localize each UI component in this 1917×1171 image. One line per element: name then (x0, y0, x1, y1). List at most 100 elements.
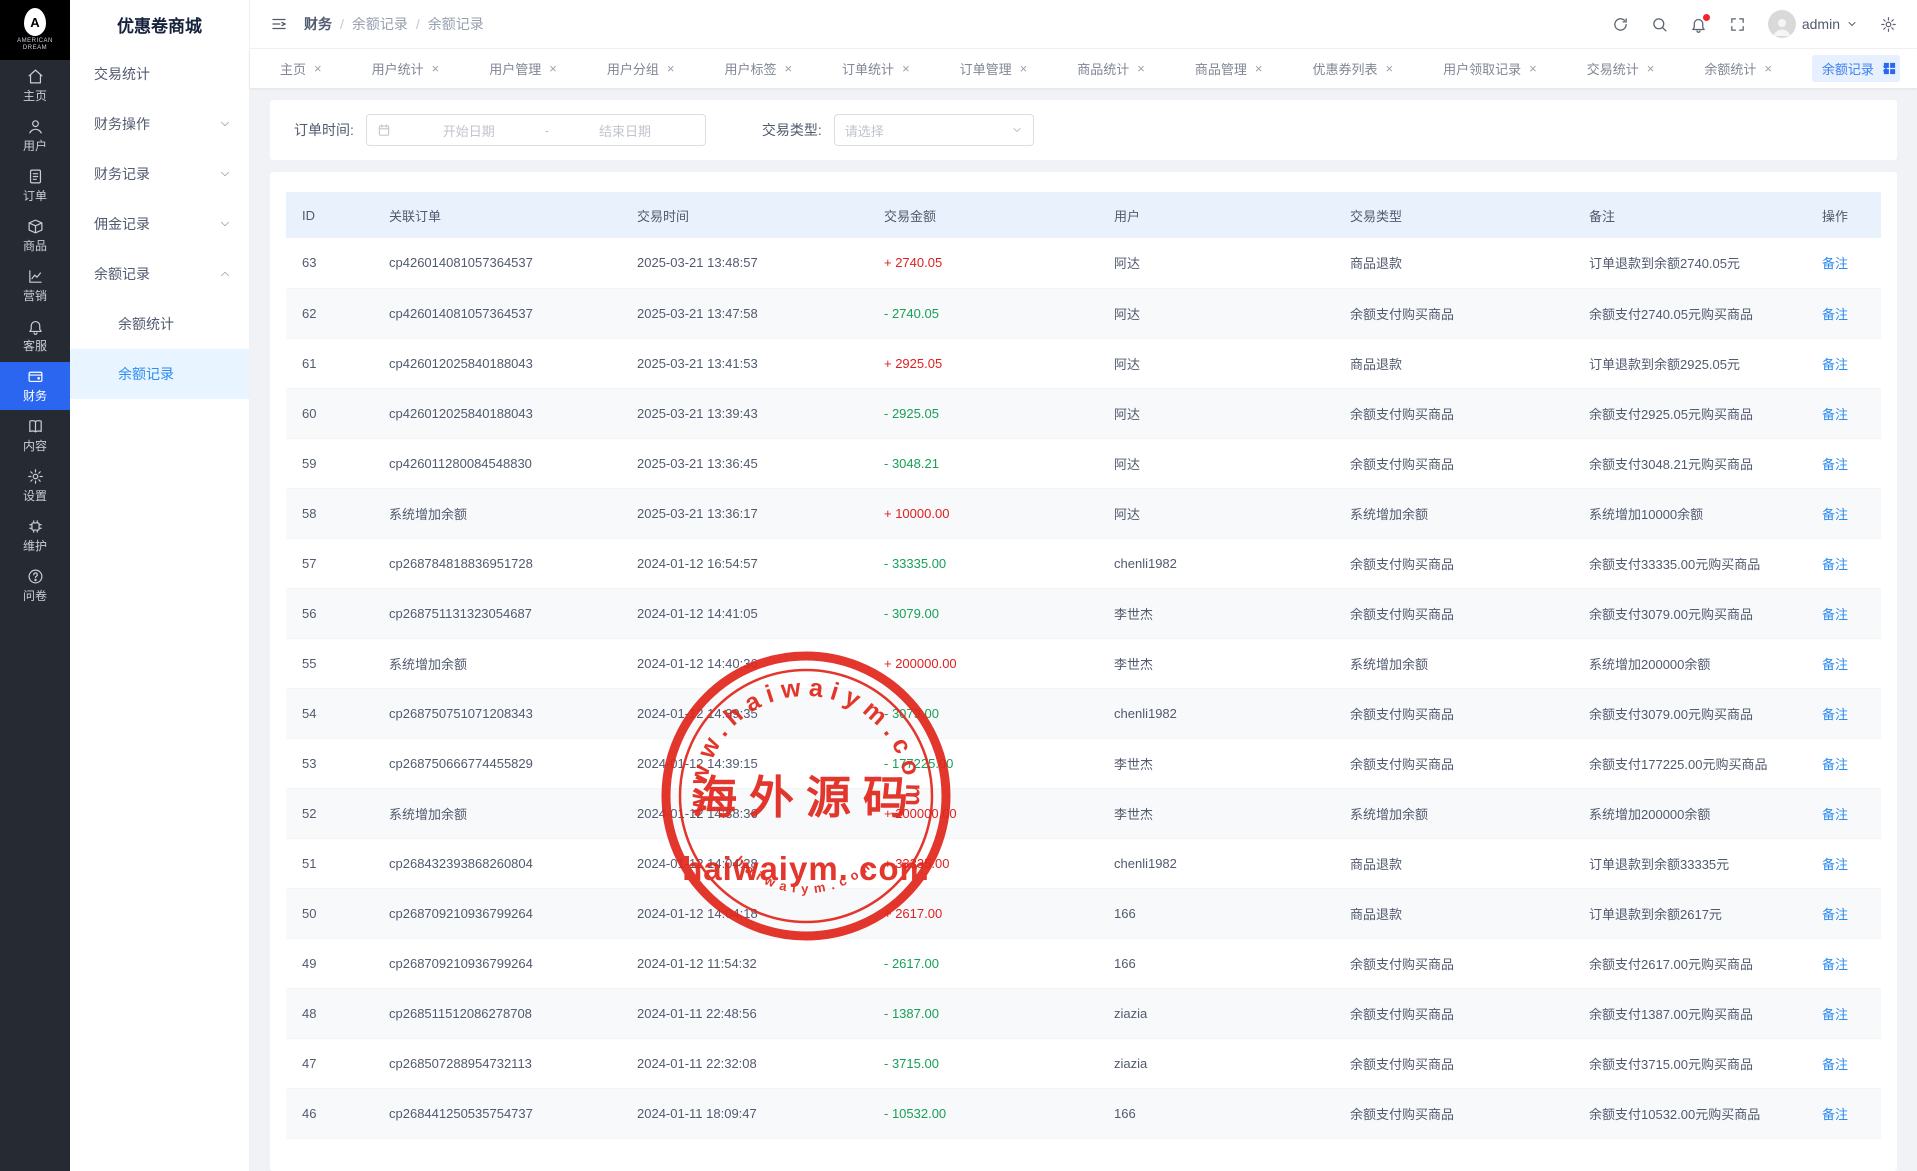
sidebar-subitem-4-0[interactable]: 余额统计 (70, 299, 249, 349)
tab-item[interactable]: 用户统计× (362, 55, 450, 82)
rail-item-marketing[interactable]: 营销 (0, 262, 70, 310)
tab-close-icon[interactable]: × (549, 62, 557, 75)
remark-action-link[interactable]: 备注 (1822, 307, 1848, 322)
tab-item[interactable]: 用户管理× (479, 55, 567, 82)
search-icon[interactable] (1651, 16, 1668, 33)
tab-item[interactable]: 主页× (270, 55, 332, 82)
tab-item[interactable]: 用户标签 × (714, 55, 802, 82)
cell-type: 余额支付购买商品 (1334, 538, 1573, 588)
remark-action-link[interactable]: 备注 (1822, 1007, 1848, 1022)
cell-remark: 订单退款到余额33335元 (1573, 838, 1806, 888)
menu-fold-icon[interactable] (270, 15, 288, 33)
remark-action-link[interactable]: 备注 (1822, 357, 1848, 372)
remark-action-link[interactable]: 备注 (1822, 757, 1848, 772)
table-row: 56cp2687511313230546872024-01-12 14:41:0… (286, 588, 1881, 638)
cell-id: 48 (286, 988, 373, 1038)
cell-id: 47 (286, 1038, 373, 1088)
tab-close-icon[interactable]: × (1255, 62, 1263, 75)
breadcrumb-item[interactable]: 余额记录 (352, 14, 408, 34)
cell-action: 备注 (1806, 788, 1881, 838)
chevron-down-icon (219, 218, 231, 230)
rail-item-label: 内容 (23, 437, 47, 454)
fullscreen-icon[interactable] (1729, 16, 1746, 33)
cell-amount: - 2617.00 (868, 938, 1098, 988)
sidebar-subitem-4-1[interactable]: 余额记录 (70, 349, 249, 399)
remark-action-link[interactable]: 备注 (1822, 807, 1848, 822)
tab-item[interactable]: 订单统计 × (832, 55, 920, 82)
tab-item[interactable]: 订单管理× (950, 55, 1038, 82)
remark-action-link[interactable]: 备注 (1822, 607, 1848, 622)
remark-action-link[interactable]: 备注 (1822, 457, 1848, 472)
table-row: 52系统增加余额2024-01-12 14:38:36+ 200000.00李世… (286, 788, 1881, 838)
remark-action-link[interactable]: 备注 (1822, 1107, 1848, 1122)
cell-type: 余额支付购买商品 (1334, 1088, 1573, 1138)
rail-item-maintenance[interactable]: 维护 (0, 512, 70, 560)
table-row: 55系统增加余额2024-01-12 14:40:36+ 200000.00李世… (286, 638, 1881, 688)
remark-action-link[interactable]: 备注 (1822, 256, 1848, 271)
user-menu[interactable]: admin (1768, 10, 1858, 38)
tab-label: 订单统计 (842, 59, 894, 78)
tab-close-icon[interactable]: × (784, 62, 792, 75)
tab-item[interactable]: 商品统计× (1067, 55, 1155, 82)
rail-item-support[interactable]: 客服 (0, 312, 70, 360)
cell-id: 57 (286, 538, 373, 588)
tab-close-icon[interactable]: × (1137, 62, 1145, 75)
chevron-down-icon (1846, 18, 1858, 30)
remark-action-link[interactable]: 备注 (1822, 707, 1848, 722)
sidebar-item-0[interactable]: 交易统计 (70, 49, 249, 99)
tab-close-icon[interactable]: × (1529, 62, 1537, 75)
rail-item-settings[interactable]: 设置 (0, 462, 70, 510)
remark-action-link[interactable]: 备注 (1822, 907, 1848, 922)
sidebar-item-3[interactable]: 佣金记录 (70, 199, 249, 249)
tab-item[interactable]: 商品管理× (1185, 55, 1273, 82)
settings-gear-icon[interactable] (1880, 16, 1897, 33)
sidebar-item-1[interactable]: 财务操作 (70, 99, 249, 149)
tab-label: 用户标签 (724, 59, 776, 78)
tab-item[interactable]: 优惠券列表 × (1302, 55, 1403, 82)
tab-close-icon[interactable]: × (1020, 62, 1028, 75)
rail-item-survey[interactable]: 问卷 (0, 562, 70, 610)
remark-action-link[interactable]: 备注 (1822, 507, 1848, 522)
cell-type: 余额支付购买商品 (1334, 688, 1573, 738)
tab-item[interactable]: 用户分组× (597, 55, 685, 82)
remark-action-link[interactable]: 备注 (1822, 557, 1848, 572)
tab-close-icon[interactable]: × (314, 62, 322, 75)
cell-remark: 余额支付2617.00元购买商品 (1573, 938, 1806, 988)
sidebar-item-4[interactable]: 余额记录 (70, 249, 249, 299)
transaction-type-select[interactable]: 请选择 (834, 114, 1034, 146)
rail-item-order[interactable]: 订单 (0, 162, 70, 210)
table-row: 49cp2687092109367992642024-01-12 11:54:3… (286, 938, 1881, 988)
rail-item-home[interactable]: 主页 (0, 62, 70, 110)
cell-amount: + 2925.05 (868, 338, 1098, 388)
tab-layout-grid-icon[interactable] (1882, 61, 1897, 76)
tab-label: 优惠券列表 (1312, 59, 1377, 78)
rail-item-user[interactable]: 用户 (0, 112, 70, 160)
remark-action-link[interactable]: 备注 (1822, 857, 1848, 872)
cell-action: 备注 (1806, 588, 1881, 638)
notification-bell-icon[interactable] (1690, 16, 1707, 33)
tab-close-icon[interactable]: × (667, 62, 675, 75)
tab-close-icon[interactable]: × (1764, 62, 1772, 75)
sidebar-item-2[interactable]: 财务记录 (70, 149, 249, 199)
rail-item-finance[interactable]: 财务 (0, 362, 70, 410)
remark-action-link[interactable]: 备注 (1822, 957, 1848, 972)
cell-id: 49 (286, 938, 373, 988)
rail-item-goods[interactable]: 商品 (0, 212, 70, 260)
tab-close-icon[interactable]: × (1647, 62, 1655, 75)
remark-action-link[interactable]: 备注 (1822, 657, 1848, 672)
date-range-input[interactable]: 开始日期 - 结束日期 (366, 114, 706, 146)
tab-close-icon[interactable]: × (902, 62, 910, 75)
breadcrumb-item[interactable]: 财务 (304, 14, 332, 34)
tab-close-icon[interactable]: × (1386, 62, 1394, 75)
tab-close-icon[interactable]: × (432, 62, 440, 75)
app-logo[interactable]: A AMERICAN DREAM (0, 0, 70, 60)
refresh-icon[interactable] (1612, 16, 1629, 33)
tab-item[interactable]: 交易统计× (1577, 55, 1665, 82)
tab-item[interactable]: 用户领取记录× (1433, 55, 1547, 82)
cell-time: 2025-03-21 13:36:45 (621, 438, 868, 488)
remark-action-link[interactable]: 备注 (1822, 1057, 1848, 1072)
rail-item-content[interactable]: 内容 (0, 412, 70, 460)
cell-amount: + 33335.00 (868, 838, 1098, 888)
remark-action-link[interactable]: 备注 (1822, 407, 1848, 422)
tab-item[interactable]: 余额统计× (1694, 55, 1782, 82)
